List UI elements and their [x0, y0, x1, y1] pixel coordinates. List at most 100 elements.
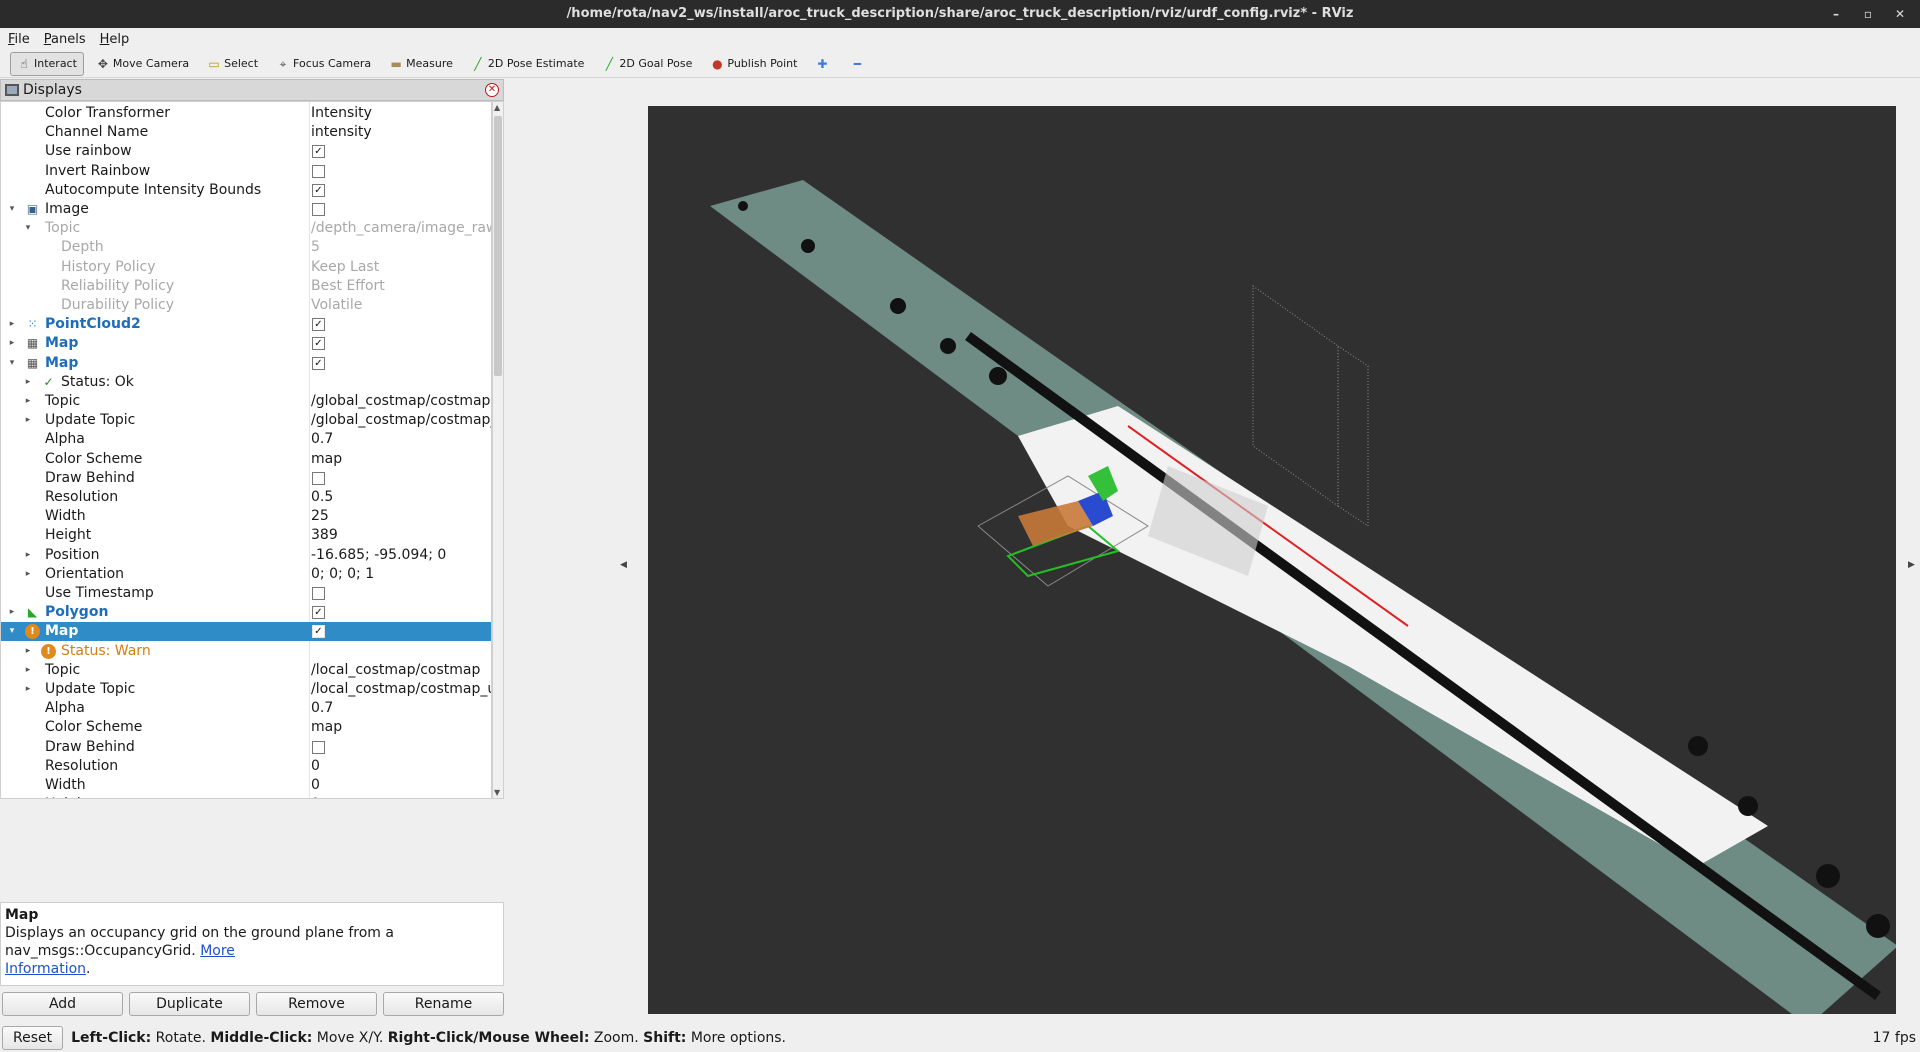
publish-point-tool[interactable]: ● Publish Point	[704, 52, 803, 76]
expand-right-icon[interactable]: ▸	[23, 642, 33, 661]
close-button[interactable]: ✕	[1894, 0, 1906, 28]
enable-checkbox[interactable]	[312, 740, 325, 754]
expand-right-icon[interactable]: ▸	[23, 411, 33, 430]
expand-down-icon[interactable]: ▾	[7, 354, 17, 373]
expand-right-icon[interactable]: ▸	[7, 334, 17, 353]
display-row-value[interactable]: Best Effort	[311, 277, 385, 296]
3d-scene[interactable]	[648, 106, 1896, 1014]
plus-tool[interactable]: ✚	[809, 52, 838, 76]
display-row[interactable]: ▸ Position -16.685; -95.094; 0	[1, 546, 491, 565]
display-row[interactable]: Invert Rainbow	[1, 162, 491, 181]
display-row[interactable]: ▸ Update Topic/local_costmap/costmap_upda…	[1, 680, 491, 699]
menu-panels[interactable]: Panels	[44, 32, 86, 47]
enable-checkbox[interactable]: ✓	[312, 625, 325, 639]
display-row-value[interactable]: /global_costmap/costmap	[311, 392, 490, 411]
display-row[interactable]: ▸ ▦ Map ✓	[1, 334, 491, 353]
display-row[interactable]: Alpha 0.7	[1, 430, 491, 449]
display-row-value[interactable]: 0	[311, 795, 320, 798]
display-row-value[interactable]: Keep Last	[311, 258, 379, 277]
display-row[interactable]: ▸ Update Topic/global_costmap/costmap_upd…	[1, 411, 491, 430]
display-row[interactable]: Width 0	[1, 776, 491, 795]
tree-scrollbar[interactable]: ▲ ▼	[492, 101, 504, 799]
display-row[interactable]: Resolution 0.5	[1, 488, 491, 507]
focus-camera-tool[interactable]: ⌖ Focus Camera	[270, 52, 377, 76]
2d-goal-pose-tool[interactable]: ╱ 2D Goal Pose	[596, 52, 698, 76]
display-row[interactable]: ▸ ◣ Polygon ✓	[1, 603, 491, 622]
enable-checkbox[interactable]	[312, 471, 325, 485]
expand-down-icon[interactable]: ▾	[7, 622, 17, 641]
maximize-button[interactable]: ▫	[1862, 0, 1874, 28]
display-row-value[interactable]: Volatile	[311, 296, 362, 315]
expand-right-icon[interactable]: ▸	[7, 315, 17, 334]
display-row[interactable]: ▸ ⁙ PointCloud2 ✓	[1, 315, 491, 334]
more-info-link-2[interactable]: Information	[5, 961, 86, 977]
scroll-up-icon[interactable]: ▲	[494, 103, 500, 112]
display-row[interactable]: Height 0	[1, 795, 491, 798]
enable-checkbox[interactable]: ✓	[312, 318, 325, 332]
display-row-value[interactable]: 0.7	[311, 430, 333, 449]
display-row[interactable]: Color Transformer Intensity	[1, 104, 491, 123]
display-row-value[interactable]: 0	[311, 757, 320, 776]
display-row[interactable]: Use Timestamp	[1, 584, 491, 603]
display-row-value[interactable]: -16.685; -95.094; 0	[311, 546, 446, 565]
display-row-value[interactable]: 0.5	[311, 488, 333, 507]
display-row[interactable]: Draw Behind	[1, 738, 491, 757]
expand-right-icon[interactable]: ▸	[23, 680, 33, 699]
display-row-value[interactable]: 0	[311, 776, 320, 795]
display-row[interactable]: ▸ Orientation 0; 0; 0; 1	[1, 565, 491, 584]
scroll-down-icon[interactable]: ▼	[494, 788, 500, 797]
remove-button[interactable]: Remove	[256, 992, 377, 1016]
expand-right-icon[interactable]: ▸	[23, 392, 33, 411]
enable-checkbox[interactable]: ✓	[312, 337, 325, 351]
display-row[interactable]: ▸ Topic/local_costmap/costmap	[1, 661, 491, 680]
measure-tool[interactable]: ▬ Measure	[383, 52, 459, 76]
rename-button[interactable]: Rename	[383, 992, 504, 1016]
close-panel-icon[interactable]: ✕	[485, 83, 499, 97]
display-row[interactable]: Width 25	[1, 507, 491, 526]
display-row-value[interactable]: /global_costmap/costmap_updates	[311, 411, 491, 430]
minus-tool[interactable]: ━	[844, 52, 873, 76]
expand-right-icon[interactable]: ▸	[7, 603, 17, 622]
display-row-value[interactable]: map	[311, 718, 342, 737]
expand-right-icon[interactable]: ▸	[23, 565, 33, 584]
display-row[interactable]: Channel Name intensity	[1, 123, 491, 142]
displays-tree[interactable]: Color Transformer Intensity Channel Name in…	[0, 101, 492, 799]
collapse-left-icon[interactable]: ◀	[620, 560, 627, 570]
expand-down-icon[interactable]: ▾	[23, 219, 33, 238]
expand-right-icon[interactable]: ▸	[23, 373, 33, 392]
enable-checkbox[interactable]: ✓	[312, 145, 325, 159]
minimize-button[interactable]: –	[1830, 0, 1842, 28]
display-row[interactable]: Alpha 0.7	[1, 699, 491, 718]
collapse-right-icon[interactable]: ▶	[1908, 560, 1915, 570]
display-row-value[interactable]: 25	[311, 507, 329, 526]
display-row-value[interactable]: /local_costmap/costmap	[311, 661, 480, 680]
display-row[interactable]: ▸! Status: Warn	[1, 642, 491, 661]
display-row[interactable]: ▸ Topic/global_costmap/costmap	[1, 392, 491, 411]
menu-help[interactable]: Help	[100, 32, 130, 47]
display-row[interactable]: Depth 5	[1, 238, 491, 257]
display-row-value[interactable]: Intensity	[311, 104, 372, 123]
display-row[interactable]: ▾ ▣ Image	[1, 200, 491, 219]
more-info-link[interactable]: More	[200, 943, 235, 959]
display-row-value[interactable]: intensity	[311, 123, 372, 142]
display-row[interactable]: Autocompute Intensity Bounds ✓	[1, 181, 491, 200]
interact-tool[interactable]: ☝ Interact	[10, 51, 84, 76]
3d-viewport[interactable]	[648, 106, 1896, 1014]
display-row[interactable]: History Policy Keep Last	[1, 258, 491, 277]
expand-down-icon[interactable]: ▾	[7, 200, 17, 219]
display-row[interactable]: Reliability Policy Best Effort	[1, 277, 491, 296]
add-button[interactable]: Add	[2, 992, 123, 1016]
display-row[interactable]: Color Scheme map	[1, 450, 491, 469]
display-row[interactable]: Color Scheme map	[1, 718, 491, 737]
enable-checkbox[interactable]: ✓	[312, 606, 325, 620]
display-row[interactable]: Draw Behind	[1, 469, 491, 488]
expand-right-icon[interactable]: ▸	[23, 661, 33, 680]
duplicate-button[interactable]: Duplicate	[129, 992, 250, 1016]
display-row[interactable]: Resolution 0	[1, 757, 491, 776]
2d-pose-estimate-tool[interactable]: ╱ 2D Pose Estimate	[465, 52, 591, 76]
enable-checkbox[interactable]	[312, 203, 325, 216]
display-row-value[interactable]: /depth_camera/image_raw	[311, 219, 491, 238]
display-row[interactable]: ▾! Map ✓	[1, 622, 491, 642]
display-row-value[interactable]: 5	[311, 238, 320, 257]
display-row[interactable]: ▸ ✓ Status: Ok	[1, 373, 491, 392]
